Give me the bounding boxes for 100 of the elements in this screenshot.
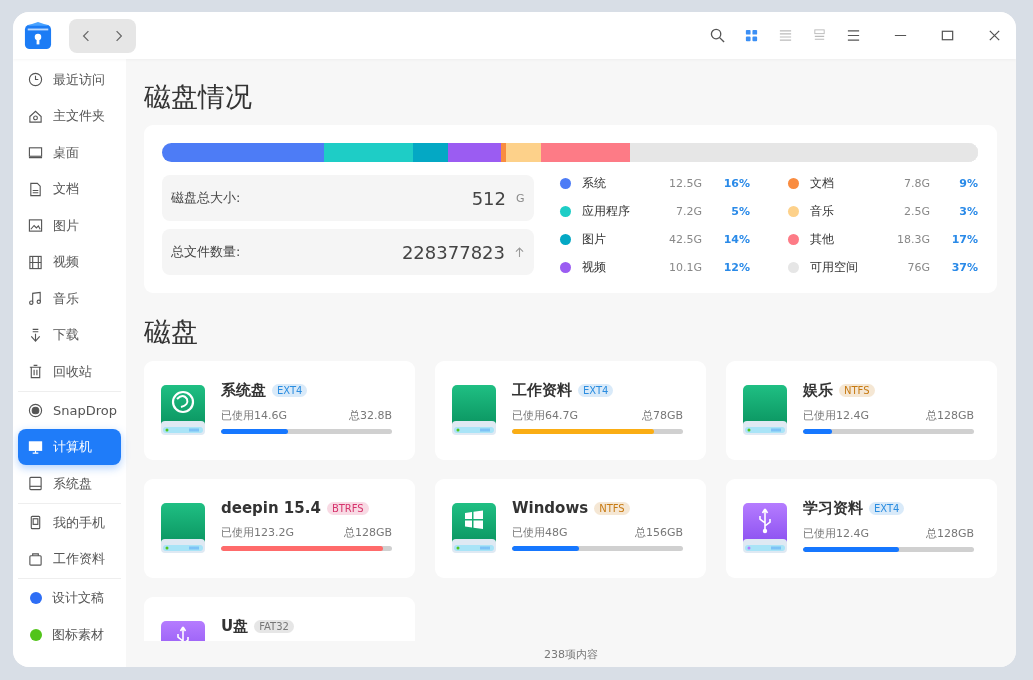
usb-drive-icon bbox=[743, 503, 787, 553]
legend-percent: 14% bbox=[722, 232, 750, 246]
total-space: 总78GB bbox=[641, 408, 683, 423]
sidebar-item[interactable]: 音乐 bbox=[18, 280, 121, 317]
sidebar-item[interactable]: 主文件夹 bbox=[18, 98, 121, 134]
sidebar-item[interactable]: 工作资料 bbox=[18, 541, 121, 577]
image-icon bbox=[28, 218, 43, 233]
sidebar-item[interactable]: 桌面 bbox=[18, 134, 121, 171]
filesystem-tag: EXT4 bbox=[869, 502, 905, 515]
home-icon bbox=[28, 108, 43, 124]
sidebar-item[interactable]: 计算机 bbox=[18, 429, 121, 465]
filesystem-tag: BTRFS bbox=[326, 501, 369, 515]
stat-unit: G bbox=[516, 191, 526, 205]
sidebar-item[interactable]: 图片 bbox=[18, 207, 121, 244]
stat-label: 总文件数量: bbox=[171, 243, 242, 261]
trash-icon bbox=[28, 364, 43, 379]
phone-icon bbox=[28, 515, 43, 530]
disk-card[interactable]: deepin 15.4 BTRFS 已使用123.2G 总128GB bbox=[144, 479, 415, 578]
drive-icon bbox=[28, 476, 43, 491]
legend-size: 10.1G bbox=[667, 260, 702, 274]
drive-icon bbox=[161, 503, 205, 553]
legend-percent: 16% bbox=[722, 176, 750, 190]
disk-card[interactable]: Windows NTFS 已使用48G 总156GB bbox=[435, 479, 706, 578]
used-space: 已使用12.4G bbox=[803, 408, 870, 423]
drive-icon bbox=[743, 385, 787, 435]
used-space: 已使用64.7G bbox=[512, 408, 579, 423]
legend-percent: 5% bbox=[730, 204, 750, 218]
legend-label: 其他 bbox=[810, 230, 835, 248]
sidebar-item[interactable]: SnapDrop bbox=[18, 392, 121, 429]
total-space: 总128GB bbox=[925, 526, 974, 541]
up-arrow-icon[interactable] bbox=[515, 246, 524, 258]
legend-size: 42.5G bbox=[667, 232, 702, 246]
disk-card[interactable]: 工作资料 EXT4 已使用64.7G 总78GB bbox=[435, 361, 706, 460]
status-text: 238项内容 bbox=[544, 646, 598, 662]
legend-label: 视频 bbox=[582, 258, 607, 276]
sidebar-item[interactable]: 系统盘 bbox=[18, 465, 121, 502]
sidebar-item[interactable]: 图标素材 bbox=[18, 616, 121, 653]
total-space: 总32.8B bbox=[348, 408, 392, 423]
stat-value: 512 bbox=[471, 187, 506, 209]
drive-icon bbox=[452, 385, 496, 435]
legend-label: 可用空间 bbox=[810, 258, 859, 276]
disk-name: deepin 15.4 bbox=[221, 499, 321, 517]
disk-card[interactable]: 学习资料 EXT4 已使用12.4G 总128GB bbox=[726, 479, 997, 578]
used-space: 已使用48G bbox=[512, 525, 568, 540]
used-space: 已使用123.2G bbox=[221, 525, 294, 540]
document-icon bbox=[28, 181, 43, 197]
filesystem-tag: NTFS bbox=[594, 501, 630, 515]
legend-label: 音乐 bbox=[810, 202, 835, 220]
legend-size: 76G bbox=[906, 260, 930, 274]
sidebar-item[interactable]: 设计文稿 bbox=[18, 580, 121, 616]
sidebar-item[interactable]: 视频 bbox=[18, 244, 121, 280]
disk-name: 娱乐 bbox=[803, 381, 833, 400]
app-icon[interactable] bbox=[24, 20, 52, 51]
back-icon[interactable] bbox=[81, 29, 90, 42]
section-title: 磁盘情况 bbox=[144, 80, 253, 114]
legend-percent: 17% bbox=[950, 232, 978, 246]
radar-icon bbox=[28, 403, 43, 418]
forward-icon[interactable] bbox=[115, 29, 124, 42]
download-icon bbox=[28, 327, 43, 343]
legend-percent: 9% bbox=[958, 176, 978, 190]
video-icon bbox=[28, 254, 43, 270]
legend-percent: 37% bbox=[950, 260, 978, 274]
used-space: 已使用12.4G bbox=[803, 526, 870, 541]
disk-card[interactable]: 娱乐 NTFS 已使用12.4G 总128GB bbox=[726, 361, 997, 460]
legend-label: 文档 bbox=[810, 174, 835, 192]
sidebar-item[interactable]: 文档 bbox=[18, 171, 121, 207]
maximize-icon[interactable] bbox=[940, 28, 955, 43]
sidebar-item[interactable]: 下载 bbox=[18, 317, 121, 353]
disk-name: 学习资料 bbox=[803, 499, 863, 518]
disk-name: Windows bbox=[512, 499, 589, 517]
stat-value: 228377823 bbox=[401, 241, 505, 263]
disk-card[interactable]: 系统盘 EXT4 已使用14.6G 总32.8B bbox=[144, 361, 415, 460]
clock-icon bbox=[28, 72, 43, 87]
filesystem-tag: EXT4 bbox=[578, 384, 614, 397]
bag-icon bbox=[28, 551, 43, 567]
filesystem-tag: FAT32 bbox=[254, 620, 294, 633]
search-icon[interactable] bbox=[710, 28, 725, 43]
grid-view-icon[interactable] bbox=[744, 28, 759, 43]
sidebar-item[interactable]: 我的手机 bbox=[18, 504, 121, 541]
disk-name: 系统盘 bbox=[221, 381, 266, 400]
filesystem-tag: EXT4 bbox=[272, 384, 308, 397]
stat-label: 磁盘总大小: bbox=[171, 189, 242, 207]
filesystem-tag: NTFS bbox=[839, 384, 875, 397]
legend-size: 7.2G bbox=[674, 204, 702, 218]
close-icon[interactable] bbox=[987, 28, 1002, 43]
menu-icon[interactable] bbox=[846, 28, 861, 43]
legend-label: 应用程序 bbox=[582, 202, 631, 220]
sidebar-item[interactable]: 最近访问 bbox=[18, 61, 121, 98]
music-icon bbox=[28, 291, 43, 306]
sidebar-item[interactable]: 回收站 bbox=[18, 353, 121, 390]
disk-name: U盘 bbox=[221, 617, 249, 636]
legend-size: 12.5G bbox=[667, 176, 702, 190]
legend-label: 图片 bbox=[582, 230, 607, 248]
disk-name: 工作资料 bbox=[512, 381, 572, 400]
total-space: 总128GB bbox=[925, 408, 974, 423]
disk-card[interactable]: U盘 FAT32 bbox=[144, 597, 415, 641]
desktop-icon bbox=[28, 145, 43, 160]
legend-size: 7.8G bbox=[902, 176, 930, 190]
section-title: 磁盘 bbox=[144, 315, 199, 349]
computer-icon bbox=[28, 439, 43, 455]
